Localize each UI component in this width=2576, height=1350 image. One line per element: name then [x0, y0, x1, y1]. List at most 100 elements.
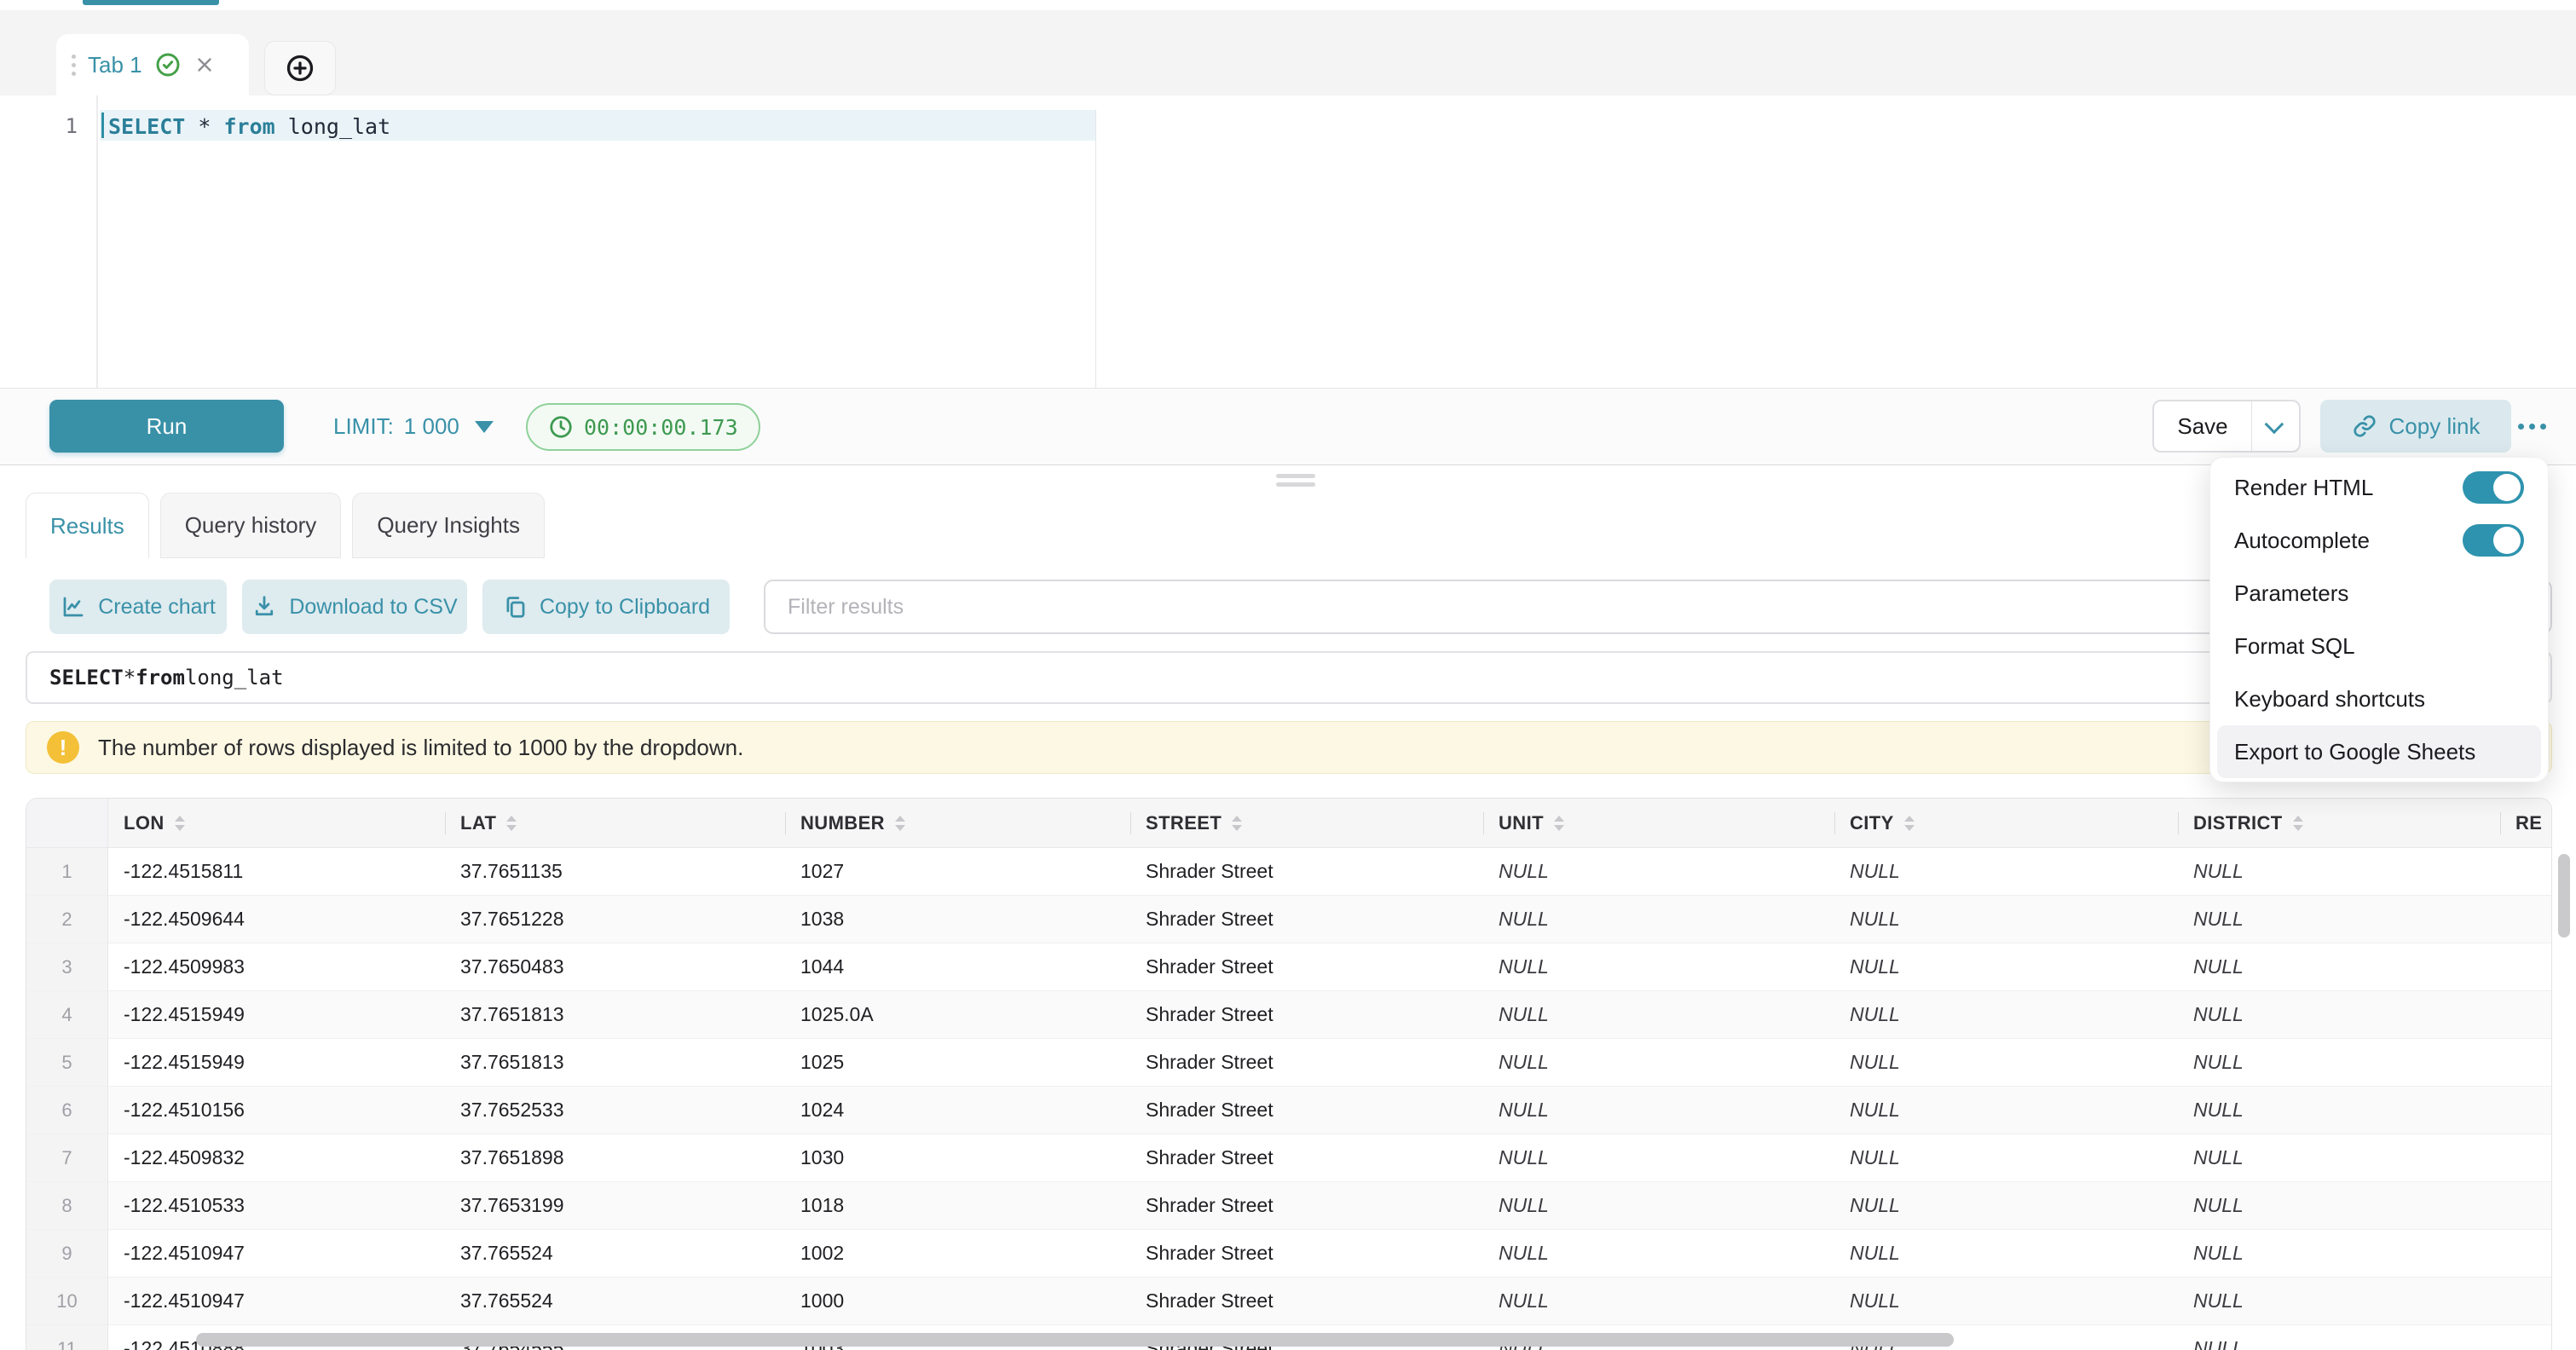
table-cell[interactable]: 1030: [785, 1134, 1130, 1182]
table-cell[interactable]: 37.7650483: [445, 943, 785, 991]
table-cell[interactable]: NULL: [1834, 1087, 2178, 1134]
drag-handle-icon[interactable]: [72, 55, 76, 76]
row-number[interactable]: 4: [26, 991, 108, 1039]
sort-icon[interactable]: [895, 816, 905, 831]
table-cell[interactable]: NULL: [1483, 896, 1834, 943]
row-number[interactable]: 11: [26, 1325, 108, 1350]
horizontal-scrollbar[interactable]: [196, 1333, 1954, 1347]
table-cell[interactable]: NULL: [1483, 943, 1834, 991]
table-cell[interactable]: NULL: [1834, 896, 2178, 943]
table-cell[interactable]: -122.4515811: [108, 848, 445, 896]
sort-icon[interactable]: [1232, 816, 1242, 831]
table-row[interactable]: 1-122.451581137.76511351027Shrader Stree…: [26, 848, 2551, 896]
table-cell[interactable]: -122.4510947: [108, 1278, 445, 1325]
column-header-city[interactable]: CITY: [1834, 799, 2178, 847]
table-row[interactable]: 5-122.451594937.76518131025Shrader Stree…: [26, 1039, 2551, 1087]
table-cell[interactable]: Shrader Street: [1130, 848, 1483, 896]
table-cell[interactable]: 1025.0A: [785, 991, 1130, 1039]
row-number[interactable]: 5: [26, 1039, 108, 1087]
sort-icon[interactable]: [175, 816, 185, 831]
sort-icon[interactable]: [1904, 816, 1915, 831]
close-tab-icon[interactable]: [193, 54, 216, 76]
table-cell[interactable]: NULL: [1483, 991, 1834, 1039]
table-cell[interactable]: Shrader Street: [1130, 943, 1483, 991]
table-cell[interactable]: Shrader Street: [1130, 1230, 1483, 1278]
autocomplete-toggle[interactable]: [2463, 524, 2524, 557]
table-cell[interactable]: NULL: [1834, 1134, 2178, 1182]
table-cell[interactable]: -122.4509983: [108, 943, 445, 991]
copy-link-button[interactable]: Copy link: [2320, 400, 2511, 453]
menu-item-render-html[interactable]: Render HTML: [2210, 461, 2548, 514]
table-cell[interactable]: NULL: [1834, 991, 2178, 1039]
table-cell[interactable]: -122.4510533: [108, 1182, 445, 1230]
table-cell[interactable]: NULL: [1834, 1039, 2178, 1087]
table-cell[interactable]: [2500, 896, 2552, 943]
table-cell[interactable]: Shrader Street: [1130, 1087, 1483, 1134]
save-options-button[interactable]: [2252, 401, 2299, 451]
table-cell[interactable]: [2500, 943, 2552, 991]
table-cell[interactable]: 37.7651135: [445, 848, 785, 896]
tab-query-insights[interactable]: Query Insights: [352, 493, 545, 558]
table-cell[interactable]: NULL: [2178, 991, 2500, 1039]
table-cell[interactable]: NULL: [1483, 848, 1834, 896]
menu-item-keyboard-shortcuts[interactable]: Keyboard shortcuts: [2210, 672, 2548, 725]
table-cell[interactable]: -122.4509832: [108, 1134, 445, 1182]
column-header-number[interactable]: NUMBER: [785, 799, 1130, 847]
table-cell[interactable]: 37.7651898: [445, 1134, 785, 1182]
table-cell[interactable]: NULL: [1834, 848, 2178, 896]
table-row[interactable]: 6-122.451015637.76525331024Shrader Stree…: [26, 1087, 2551, 1134]
table-row[interactable]: 9-122.451094737.7655241002Shrader Street…: [26, 1230, 2551, 1278]
table-cell[interactable]: NULL: [2178, 1325, 2500, 1350]
menu-item-export-google-sheets[interactable]: Export to Google Sheets: [2217, 725, 2541, 778]
menu-item-parameters[interactable]: Parameters: [2210, 567, 2548, 620]
table-cell[interactable]: 1000: [785, 1278, 1130, 1325]
table-cell[interactable]: NULL: [1834, 1230, 2178, 1278]
limit-dropdown[interactable]: LIMIT: 1 000: [333, 389, 494, 464]
table-cell[interactable]: 1044: [785, 943, 1130, 991]
table-cell[interactable]: NULL: [1483, 1278, 1834, 1325]
table-cell[interactable]: NULL: [2178, 896, 2500, 943]
sql-code-line[interactable]: SELECT * from long_lat: [108, 114, 390, 139]
table-cell[interactable]: NULL: [2178, 1087, 2500, 1134]
sort-icon[interactable]: [506, 816, 517, 831]
table-cell[interactable]: Shrader Street: [1130, 1182, 1483, 1230]
menu-item-format-sql[interactable]: Format SQL: [2210, 620, 2548, 672]
download-csv-button[interactable]: Download to CSV: [242, 580, 467, 634]
table-cell[interactable]: [2500, 1134, 2552, 1182]
create-chart-button[interactable]: Create chart: [49, 580, 227, 634]
table-cell[interactable]: NULL: [1483, 1134, 1834, 1182]
table-cell[interactable]: -122.4515949: [108, 1039, 445, 1087]
table-cell[interactable]: 37.7651813: [445, 1039, 785, 1087]
table-cell[interactable]: [2500, 848, 2552, 896]
table-cell[interactable]: 37.7651813: [445, 991, 785, 1039]
table-cell[interactable]: NULL: [2178, 943, 2500, 991]
table-cell[interactable]: NULL: [1483, 1230, 1834, 1278]
row-number[interactable]: 9: [26, 1230, 108, 1278]
table-cell[interactable]: 1027: [785, 848, 1130, 896]
column-header-lat[interactable]: LAT: [445, 799, 785, 847]
table-cell[interactable]: Shrader Street: [1130, 991, 1483, 1039]
save-button[interactable]: Save: [2154, 401, 2251, 451]
row-number[interactable]: 1: [26, 848, 108, 896]
pane-resize-handle[interactable]: [1276, 474, 1315, 487]
row-number[interactable]: 3: [26, 943, 108, 991]
column-header-unit[interactable]: UNIT: [1483, 799, 1834, 847]
table-cell[interactable]: 1002: [785, 1230, 1130, 1278]
table-cell[interactable]: 37.765524: [445, 1230, 785, 1278]
table-cell[interactable]: [2500, 991, 2552, 1039]
table-cell[interactable]: [2500, 1230, 2552, 1278]
more-options-button[interactable]: [2511, 400, 2552, 453]
table-cell[interactable]: Shrader Street: [1130, 1278, 1483, 1325]
table-cell[interactable]: NULL: [1834, 943, 2178, 991]
table-cell[interactable]: 37.765524: [445, 1278, 785, 1325]
tab-tab1[interactable]: Tab 1: [56, 34, 249, 95]
table-cell[interactable]: NULL: [2178, 1039, 2500, 1087]
table-cell[interactable]: [2500, 1325, 2552, 1350]
table-cell[interactable]: [2500, 1087, 2552, 1134]
row-number[interactable]: 7: [26, 1134, 108, 1182]
table-row[interactable]: 4-122.451594937.76518131025.0AShrader St…: [26, 991, 2551, 1039]
table-cell[interactable]: 37.7653199: [445, 1182, 785, 1230]
table-row[interactable]: 7-122.450983237.76518981030Shrader Stree…: [26, 1134, 2551, 1182]
table-cell[interactable]: 1018: [785, 1182, 1130, 1230]
table-cell[interactable]: NULL: [1834, 1182, 2178, 1230]
